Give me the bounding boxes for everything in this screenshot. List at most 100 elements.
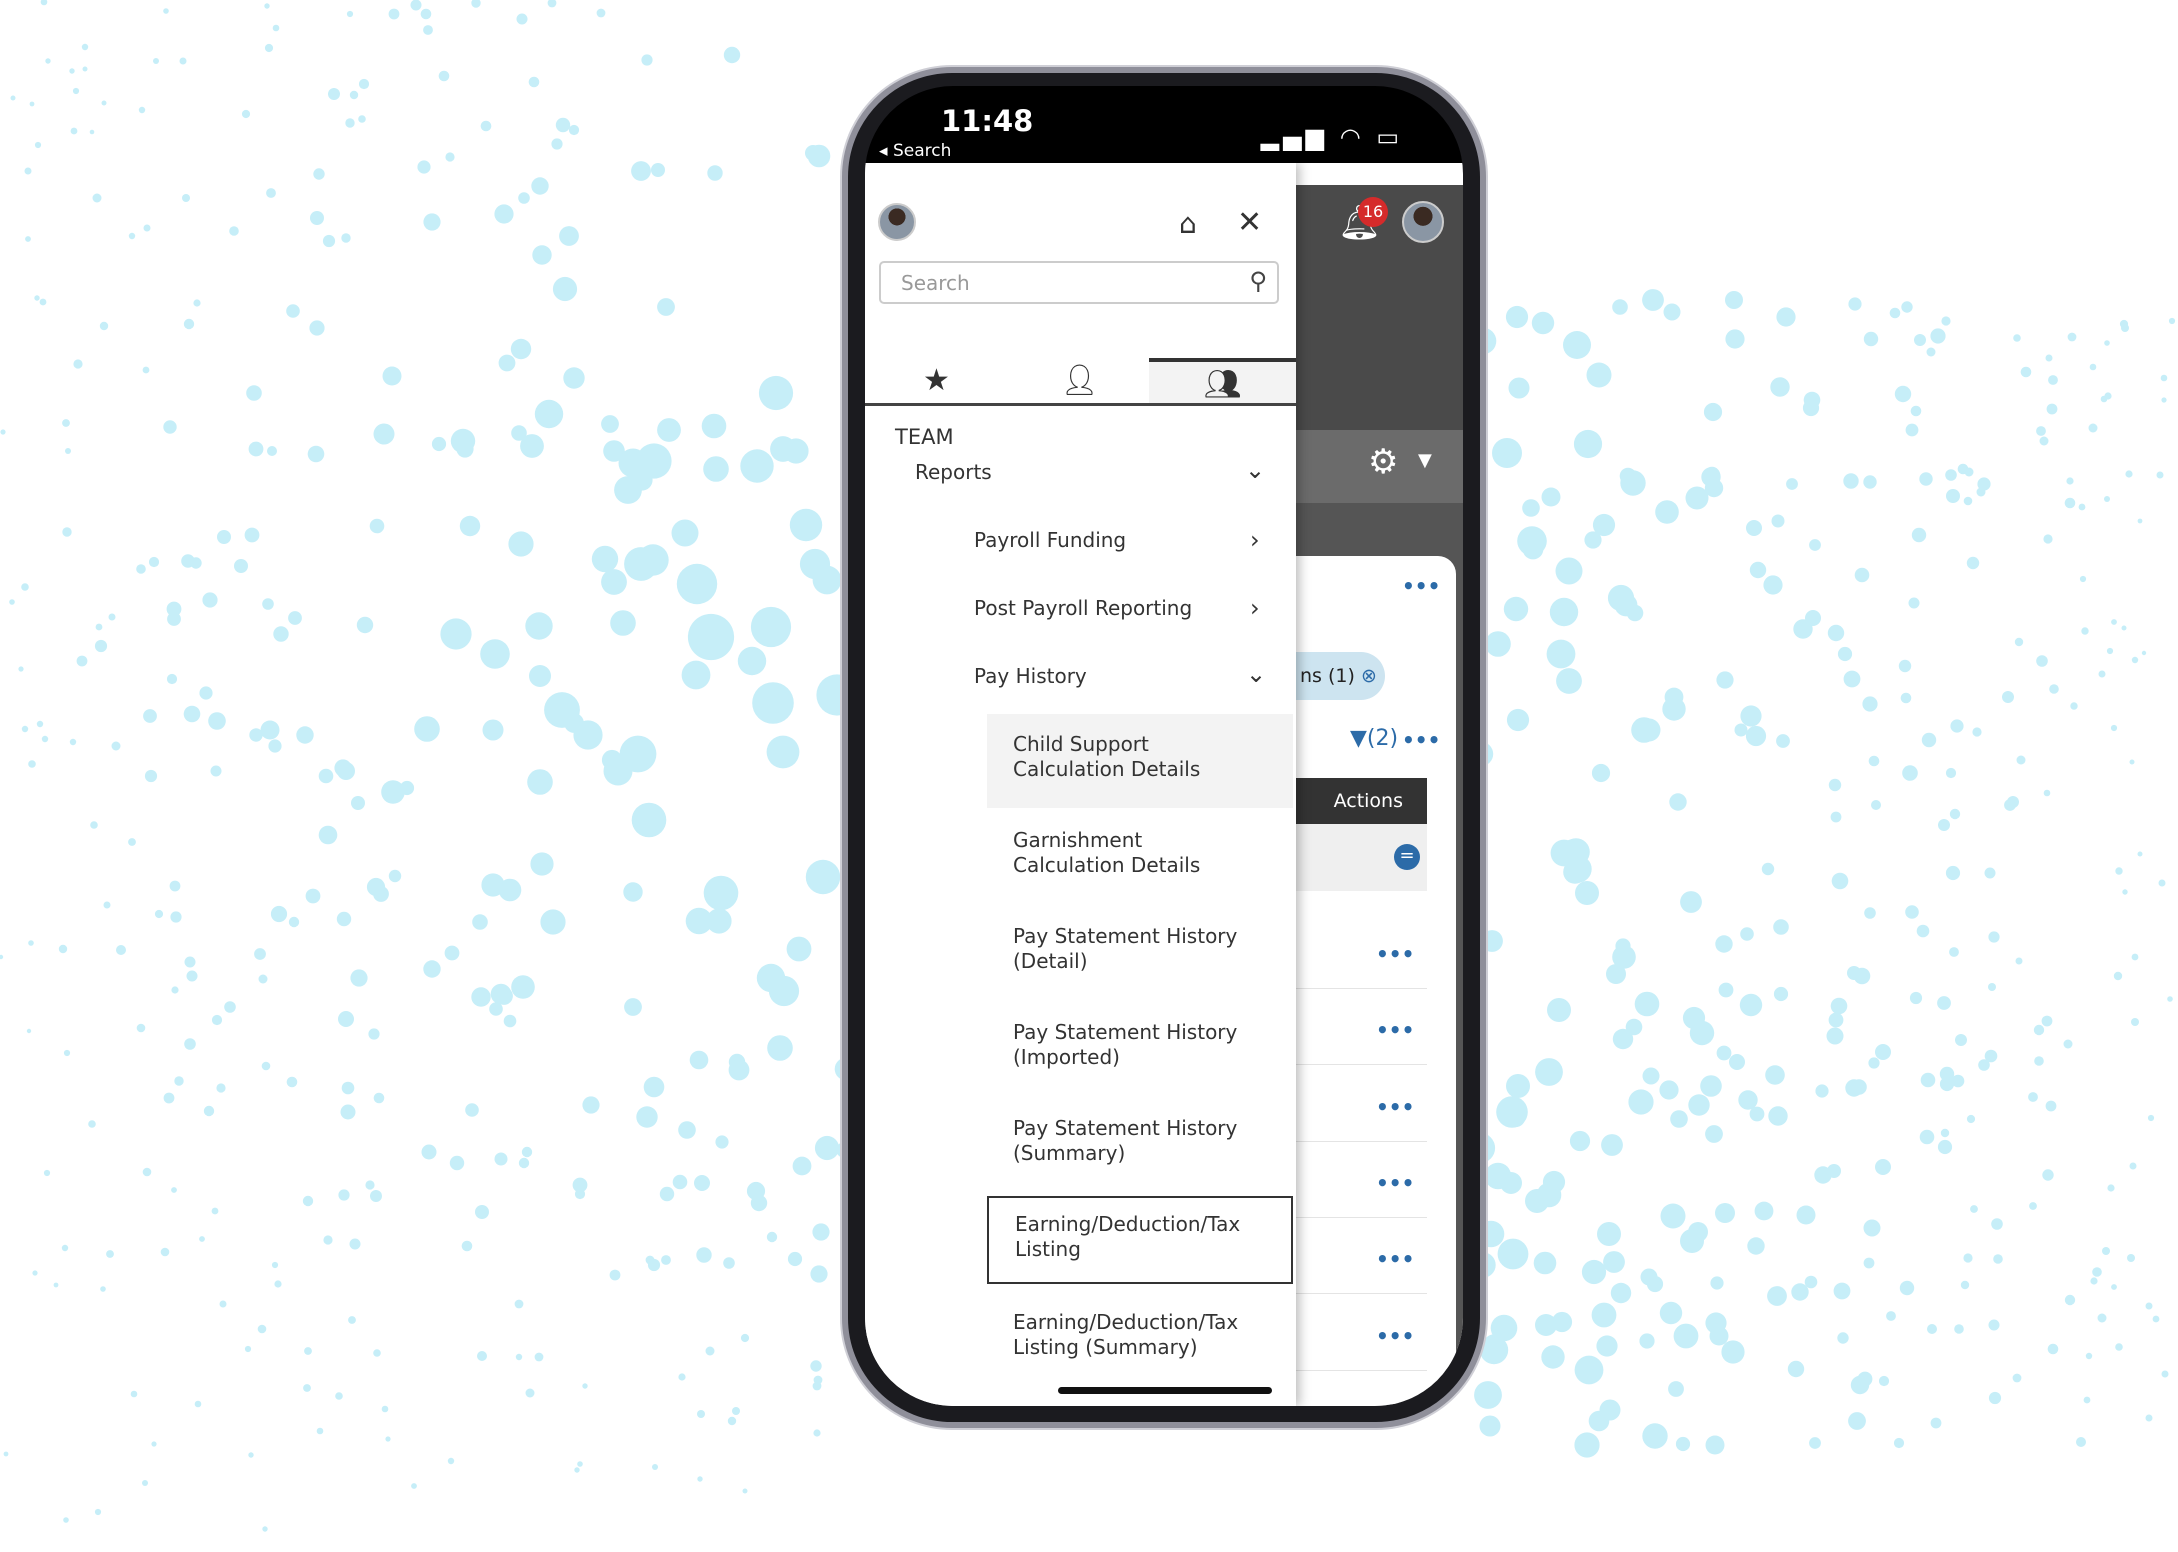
- background-dot: [2147, 1114, 2155, 1122]
- background-dot: [1963, 496, 1973, 506]
- background-dot: [783, 438, 809, 464]
- background-dot: [1848, 1412, 1866, 1430]
- avatar[interactable]: [1402, 201, 1444, 243]
- background-dot: [2048, 375, 2058, 385]
- background-dot: [2106, 647, 2114, 655]
- background-dot: [1525, 1189, 1549, 1213]
- submenu-item[interactable]: Earning/Deduction/Tax Listing: [987, 1196, 1293, 1284]
- background-dot: [471, 0, 481, 8]
- signal-wifi-battery-icon: ▂▄▆ ◠ ▭: [1260, 123, 1403, 151]
- row-actions-menu[interactable]: •••: [1376, 1095, 1414, 1119]
- background-dot: [40, 0, 48, 6]
- background-dot: [272, 24, 280, 32]
- background-dot: [1505, 305, 1529, 329]
- home-icon[interactable]: ⌂: [1179, 207, 1197, 240]
- background-dot: [1734, 723, 1748, 737]
- search-input[interactable]: Search ⚲: [879, 261, 1279, 304]
- row-actions-menu[interactable]: •••: [1376, 1247, 1414, 1271]
- background-dot: [1900, 692, 1912, 704]
- filter-chip[interactable]: ns (1) ⊗: [1296, 652, 1385, 700]
- row-actions-menu[interactable]: •••: [1376, 1324, 1414, 1348]
- remove-chip-icon[interactable]: ⊗: [1361, 665, 1377, 687]
- background-dot: [58, 944, 68, 954]
- background-dot: [525, 1388, 535, 1398]
- submenu-item[interactable]: Child Support Calculation Details: [987, 714, 1293, 808]
- background-dot: [482, 719, 504, 741]
- background-dot: [2016, 755, 2026, 765]
- collapse-all-icon[interactable]: =: [1394, 844, 1420, 870]
- avatar[interactable]: [878, 203, 916, 241]
- background-dot: [1725, 291, 1743, 309]
- background-dot: [2111, 619, 2117, 625]
- tab-team[interactable]: 👥︎: [1149, 358, 1296, 403]
- background-dot: [520, 434, 544, 458]
- caret-down-icon[interactable]: ▼: [1418, 450, 1432, 471]
- menu-item[interactable]: Payroll Funding ›: [974, 526, 1284, 568]
- background-dot: [144, 769, 158, 783]
- gear-icon[interactable]: ⚙: [1368, 442, 1398, 482]
- background-dot: [1828, 1012, 1844, 1028]
- background-dot: [62, 419, 70, 427]
- menu-label: Reports: [915, 460, 992, 484]
- background-dot: [1709, 1326, 1729, 1346]
- background-dot: [1551, 1311, 1573, 1333]
- submenu-item[interactable]: Pay Statement History (Summary): [987, 1098, 1293, 1192]
- row-actions-menu[interactable]: •••: [1376, 1018, 1414, 1042]
- background-dot: [1828, 778, 1842, 792]
- filter-button[interactable]: ▼(2): [1350, 726, 1398, 751]
- background-dot: [1776, 734, 1790, 748]
- background-dot: [2070, 702, 2078, 710]
- submenu-item[interactable]: Earning/Deduction/Tax Listing (Summary): [987, 1292, 1293, 1386]
- back-to-search[interactable]: ◂ Search: [879, 141, 951, 161]
- background-dot: [1793, 619, 1813, 639]
- background-dot: [813, 1429, 821, 1437]
- background-dot: [1533, 1251, 1557, 1275]
- background-dot: [417, 160, 431, 174]
- background-dot: [2104, 340, 2110, 346]
- menu-item-reports[interactable]: Reports ⌄: [915, 456, 1285, 500]
- more-menu[interactable]: •••: [1402, 574, 1440, 598]
- background-dot: [1767, 1286, 1787, 1306]
- background-dot: [1689, 1020, 1715, 1046]
- main-page-backdrop: 🔔︎ 16 ⚙ ▼ ••• ns (1) ⊗ ▼(2) ••• Actions …: [1296, 185, 1463, 1406]
- background-dot: [28, 940, 34, 946]
- background-dot: [1898, 659, 1912, 673]
- background-dot: [341, 233, 351, 243]
- background-dot: [1506, 1074, 1530, 1098]
- submenu-item[interactable]: Pay Statement History (Detail): [987, 906, 1293, 1000]
- background-dot: [1542, 1170, 1566, 1194]
- background-dot: [94, 1508, 102, 1516]
- background-dot: [1970, 1205, 1978, 1213]
- background-dot: [2104, 392, 2112, 400]
- background-dot: [1640, 1268, 1658, 1286]
- submenu-item[interactable]: Pay Statement History (Imported): [987, 1002, 1293, 1096]
- row-actions-menu[interactable]: •••: [1376, 942, 1414, 966]
- more-menu[interactable]: •••: [1402, 728, 1440, 752]
- background-dot: [1930, 328, 1946, 344]
- background-dot: [1949, 947, 1959, 957]
- background-dot: [24, 167, 32, 175]
- background-dot: [260, 720, 280, 740]
- background-dot: [41, 735, 49, 743]
- background-dot: [142, 1480, 148, 1486]
- search-icon[interactable]: ⚲: [1249, 267, 1267, 295]
- row-actions-menu[interactable]: •••: [1376, 1171, 1414, 1195]
- background-dot: [1938, 819, 1950, 831]
- background-dot: [1574, 1432, 1600, 1458]
- background-dot: [1497, 1238, 1529, 1270]
- submenu-item[interactable]: Garnishment Calculation Details: [987, 810, 1293, 904]
- chevron-right-icon: ›: [1250, 594, 1260, 622]
- tab-favorites[interactable]: ★: [865, 358, 1008, 403]
- submenu-label: (Imported): [1013, 1045, 1120, 1069]
- background-dot: [351, 796, 365, 810]
- close-icon[interactable]: ✕: [1237, 205, 1262, 240]
- background-dot: [338, 1011, 354, 1027]
- background-dot: [2028, 1092, 2038, 1102]
- background-dot: [703, 875, 739, 911]
- background-dot: [2129, 759, 2135, 765]
- background-dot: [108, 613, 116, 621]
- background-dot: [100, 1286, 106, 1292]
- tab-myself[interactable]: 👤︎: [1008, 358, 1151, 403]
- menu-item[interactable]: Pay History ⌄: [974, 660, 1284, 704]
- menu-item[interactable]: Post Payroll Reporting ›: [974, 594, 1284, 636]
